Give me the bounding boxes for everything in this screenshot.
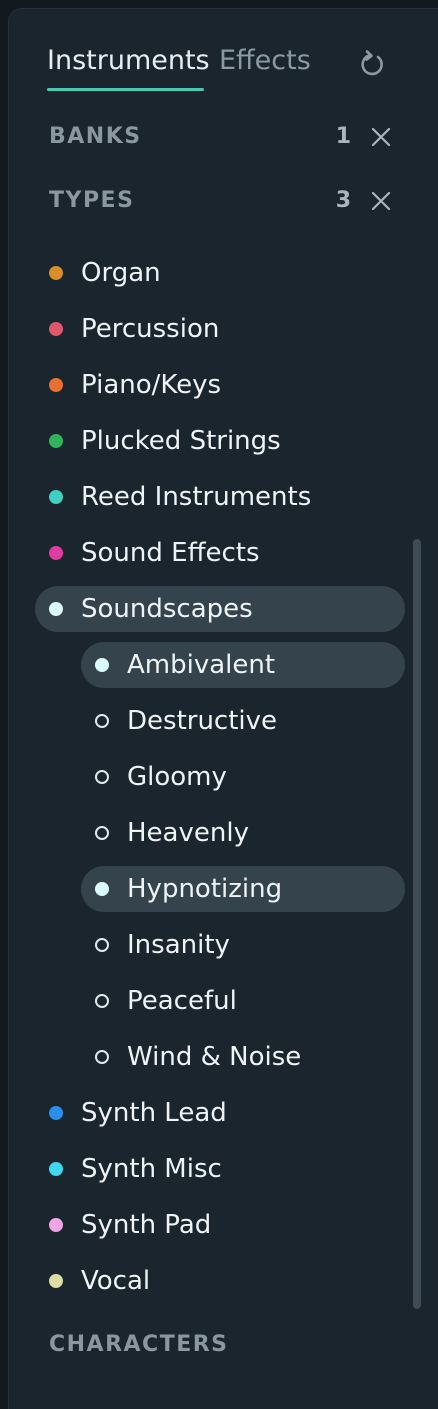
subtype-label: Heavenly: [127, 818, 249, 848]
type-label: Synth Misc: [81, 1154, 222, 1184]
banks-count: 1: [335, 124, 351, 149]
type-color-dot: [49, 546, 63, 560]
subtype-item-hypnotizing[interactable]: Hypnotizing: [81, 866, 405, 912]
type-item-reed-instruments[interactable]: Reed Instruments: [35, 474, 405, 520]
subtype-item-wind-noise[interactable]: Wind & Noise: [81, 1034, 405, 1080]
subtype-label: Ambivalent: [127, 650, 276, 680]
type-item-sound-effects[interactable]: Sound Effects: [35, 530, 405, 576]
type-item-organ[interactable]: Organ: [35, 250, 405, 296]
reset-button[interactable]: [357, 49, 387, 79]
type-color-dot: [49, 1106, 63, 1120]
active-tab-indicator: [47, 88, 204, 91]
type-label: Vocal: [81, 1266, 151, 1296]
characters-title: CHARACTERS: [49, 1332, 229, 1357]
scrollbar-thumb[interactable]: [413, 539, 421, 1309]
types-count: 3: [335, 188, 351, 213]
type-color-dot: [49, 1274, 63, 1288]
type-item-piano-keys[interactable]: Piano/Keys: [35, 362, 405, 408]
subtype-label: Peaceful: [127, 986, 237, 1016]
subtype-label: Wind & Noise: [127, 1042, 302, 1072]
type-color-dot: [49, 602, 63, 616]
tab-effects[interactable]: Effects: [219, 43, 311, 79]
filter-panel: Instruments Effects BANKS 1 TYPES 3 Orga…: [8, 8, 438, 1409]
type-label: Percussion: [81, 314, 220, 344]
type-label: Organ: [81, 258, 161, 288]
type-color-dot: [49, 266, 63, 280]
type-item-synth-pad[interactable]: Synth Pad: [35, 1202, 405, 1248]
clear-banks-button[interactable]: [369, 125, 393, 149]
reset-icon: [361, 50, 383, 76]
close-icon: [371, 127, 391, 147]
subtype-item-gloomy[interactable]: Gloomy: [81, 754, 405, 800]
subtype-color-dot: [95, 658, 109, 672]
unselected-circle-icon: [95, 994, 109, 1008]
type-label: Synth Lead: [81, 1098, 227, 1128]
unselected-circle-icon: [95, 714, 109, 728]
subtype-label: Insanity: [127, 930, 230, 960]
subtype-label: Hypnotizing: [127, 874, 283, 904]
subtype-label: Gloomy: [127, 762, 227, 792]
clear-types-button[interactable]: [369, 189, 393, 213]
type-color-dot: [49, 490, 63, 504]
type-item-vocal[interactable]: Vocal: [35, 1258, 405, 1304]
type-label: Piano/Keys: [81, 370, 222, 400]
close-icon: [371, 191, 391, 211]
unselected-circle-icon: [95, 826, 109, 840]
tab-bar: Instruments Effects: [47, 43, 399, 93]
type-item-soundscapes[interactable]: Soundscapes: [35, 586, 405, 632]
type-color-dot: [49, 1162, 63, 1176]
subtype-item-insanity[interactable]: Insanity: [81, 922, 405, 968]
subtype-item-destructive[interactable]: Destructive: [81, 698, 405, 744]
unselected-circle-icon: [95, 770, 109, 784]
type-color-dot: [49, 322, 63, 336]
type-item-plucked-strings[interactable]: Plucked Strings: [35, 418, 405, 464]
type-label: Sound Effects: [81, 538, 260, 568]
subtype-item-ambivalent[interactable]: Ambivalent: [81, 642, 405, 688]
subtype-item-heavenly[interactable]: Heavenly: [81, 810, 405, 856]
type-item-percussion[interactable]: Percussion: [35, 306, 405, 352]
characters-section-header[interactable]: CHARACTERS: [49, 1329, 393, 1361]
type-label: Synth Pad: [81, 1210, 212, 1240]
subtype-label: Destructive: [127, 706, 278, 736]
type-color-dot: [49, 434, 63, 448]
type-color-dot: [49, 378, 63, 392]
type-label: Reed Instruments: [81, 482, 312, 512]
type-item-synth-lead[interactable]: Synth Lead: [35, 1090, 405, 1136]
unselected-circle-icon: [95, 938, 109, 952]
banks-title: BANKS: [49, 124, 142, 149]
banks-section-header[interactable]: BANKS 1: [49, 121, 393, 153]
types-section-header[interactable]: TYPES 3: [49, 185, 393, 217]
tab-instruments[interactable]: Instruments: [47, 43, 210, 79]
types-title: TYPES: [49, 188, 135, 213]
type-label: Plucked Strings: [81, 426, 281, 456]
unselected-circle-icon: [95, 1050, 109, 1064]
type-item-synth-misc[interactable]: Synth Misc: [35, 1146, 405, 1192]
subtype-item-peaceful[interactable]: Peaceful: [81, 978, 405, 1024]
type-label: Soundscapes: [81, 594, 253, 624]
subtype-color-dot: [95, 882, 109, 896]
type-color-dot: [49, 1218, 63, 1232]
